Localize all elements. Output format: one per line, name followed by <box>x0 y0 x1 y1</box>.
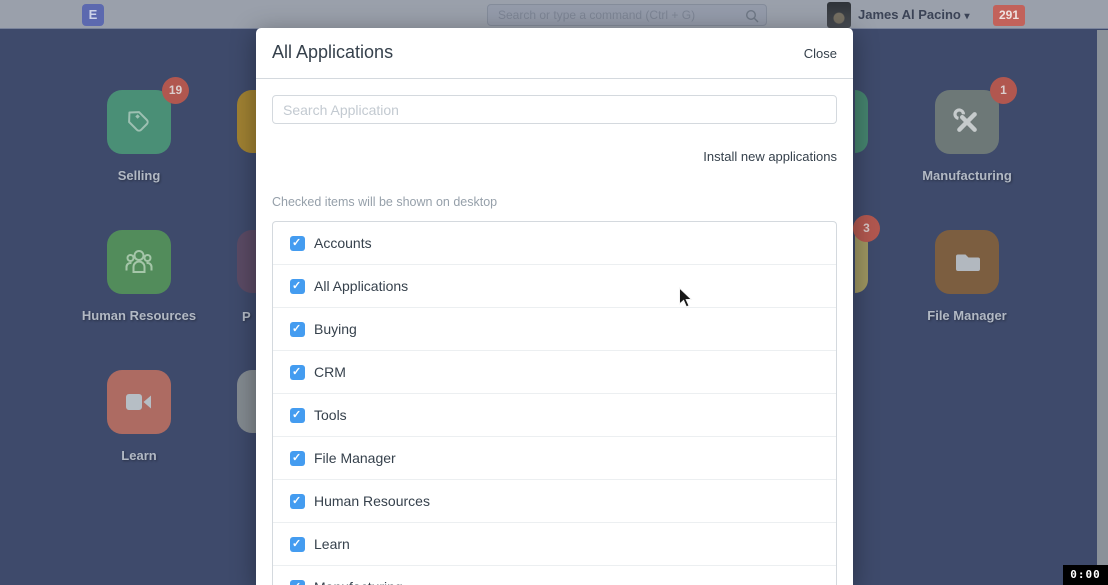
partial-app-icon[interactable] <box>237 370 256 433</box>
list-item-label: File Manager <box>314 450 396 466</box>
chevron-down-icon: ▾ <box>964 11 969 22</box>
user-menu[interactable]: James Al Pacino ▾ <box>858 7 970 22</box>
checkbox[interactable]: ✓ <box>290 365 305 380</box>
tools-icon <box>935 90 999 154</box>
dialog-title: All Applications <box>272 42 393 63</box>
list-item-accounts[interactable]: ✓ Accounts <box>273 222 836 265</box>
check-icon: ✓ <box>292 279 301 294</box>
app-label: Manufacturing <box>903 168 1031 183</box>
checkbox[interactable]: ✓ <box>290 537 305 552</box>
global-search-input[interactable] <box>488 5 766 25</box>
checked-items-hint: Checked items will be shown on desktop <box>272 195 837 209</box>
partial-app-icon[interactable] <box>237 90 256 153</box>
navbar: E James Al Pacino ▾ 291 <box>0 0 1108 29</box>
list-item-label: Manufacturing <box>314 579 403 585</box>
desktop-app-selling[interactable]: 19 Selling <box>75 90 203 183</box>
notification-badge: 3 <box>853 215 880 242</box>
list-item-label: Buying <box>314 321 357 337</box>
application-search-input[interactable] <box>272 95 837 124</box>
check-icon: ✓ <box>292 451 301 466</box>
notifications-badge[interactable]: 291 <box>993 5 1025 26</box>
checkbox[interactable]: ✓ <box>290 279 305 294</box>
screen: E James Al Pacino ▾ 291 19 Selling Human… <box>0 0 1108 585</box>
app-logo[interactable]: E <box>82 4 104 26</box>
list-item-file-manager[interactable]: ✓ File Manager <box>273 437 836 480</box>
check-icon: ✓ <box>292 322 301 337</box>
checkbox[interactable]: ✓ <box>290 322 305 337</box>
partial-app-icon[interactable] <box>855 90 868 153</box>
checkbox[interactable]: ✓ <box>290 580 305 585</box>
list-item-learn[interactable]: ✓ Learn <box>273 523 836 566</box>
list-item-label: Accounts <box>314 235 372 251</box>
check-icon: ✓ <box>292 580 301 585</box>
mouse-cursor <box>678 287 694 314</box>
user-name-label: James Al Pacino <box>858 7 961 22</box>
install-new-applications-link[interactable]: Install new applications <box>703 149 837 164</box>
checkbox[interactable]: ✓ <box>290 408 305 423</box>
checkbox[interactable]: ✓ <box>290 494 305 509</box>
tag-icon <box>107 90 171 154</box>
app-label: Selling <box>75 168 203 183</box>
user-avatar[interactable] <box>827 2 851 28</box>
app-label: File Manager <box>903 308 1031 323</box>
list-item-label: Tools <box>314 407 347 423</box>
list-item-label: Human Resources <box>314 493 430 509</box>
search-icon <box>745 9 760 29</box>
all-applications-dialog: All Applications Close Install new appli… <box>256 28 853 585</box>
check-icon: ✓ <box>292 494 301 509</box>
desktop-app-file-manager[interactable]: File Manager <box>903 230 1031 323</box>
folder-icon <box>935 230 999 294</box>
desktop-app-human-resources[interactable]: Human Resources <box>75 230 203 323</box>
checkbox[interactable]: ✓ <box>290 236 305 251</box>
list-item-label: Learn <box>314 536 350 552</box>
check-icon: ✓ <box>292 365 301 380</box>
notification-badge: 1 <box>990 77 1017 104</box>
global-search <box>487 4 767 26</box>
check-icon: ✓ <box>292 537 301 552</box>
video-camera-icon <box>107 370 171 434</box>
install-row: Install new applications <box>272 148 837 166</box>
people-icon <box>107 230 171 294</box>
list-item-manufacturing[interactable]: ✓ Manufacturing <box>273 566 836 585</box>
check-icon: ✓ <box>292 408 301 423</box>
application-list: ✓ Accounts ✓ All Applications ✓ Buying ✓… <box>272 221 837 585</box>
app-label: Learn <box>75 448 203 463</box>
list-item-human-resources[interactable]: ✓ Human Resources <box>273 480 836 523</box>
list-item-buying[interactable]: ✓ Buying <box>273 308 836 351</box>
dialog-header: All Applications Close <box>256 28 853 79</box>
page-scrollbar[interactable] <box>1097 30 1108 585</box>
app-label: Human Resources <box>75 308 203 323</box>
partial-app-icon[interactable] <box>237 230 256 293</box>
checkbox[interactable]: ✓ <box>290 451 305 466</box>
desktop-app-manufacturing[interactable]: 1 Manufacturing <box>903 90 1031 183</box>
recording-timer: 0:00 <box>1063 565 1108 585</box>
list-item-tools[interactable]: ✓ Tools <box>273 394 836 437</box>
check-icon: ✓ <box>292 236 301 251</box>
desktop-app-learn[interactable]: Learn <box>75 370 203 463</box>
close-button[interactable]: Close <box>804 46 837 61</box>
list-item-label: All Applications <box>314 278 408 294</box>
list-item-label: CRM <box>314 364 346 380</box>
partial-app-label: P <box>242 309 251 324</box>
notification-badge: 19 <box>162 77 189 104</box>
list-item-all-applications[interactable]: ✓ All Applications <box>273 265 836 308</box>
dialog-body: Install new applications Checked items w… <box>256 79 853 585</box>
list-item-crm[interactable]: ✓ CRM <box>273 351 836 394</box>
